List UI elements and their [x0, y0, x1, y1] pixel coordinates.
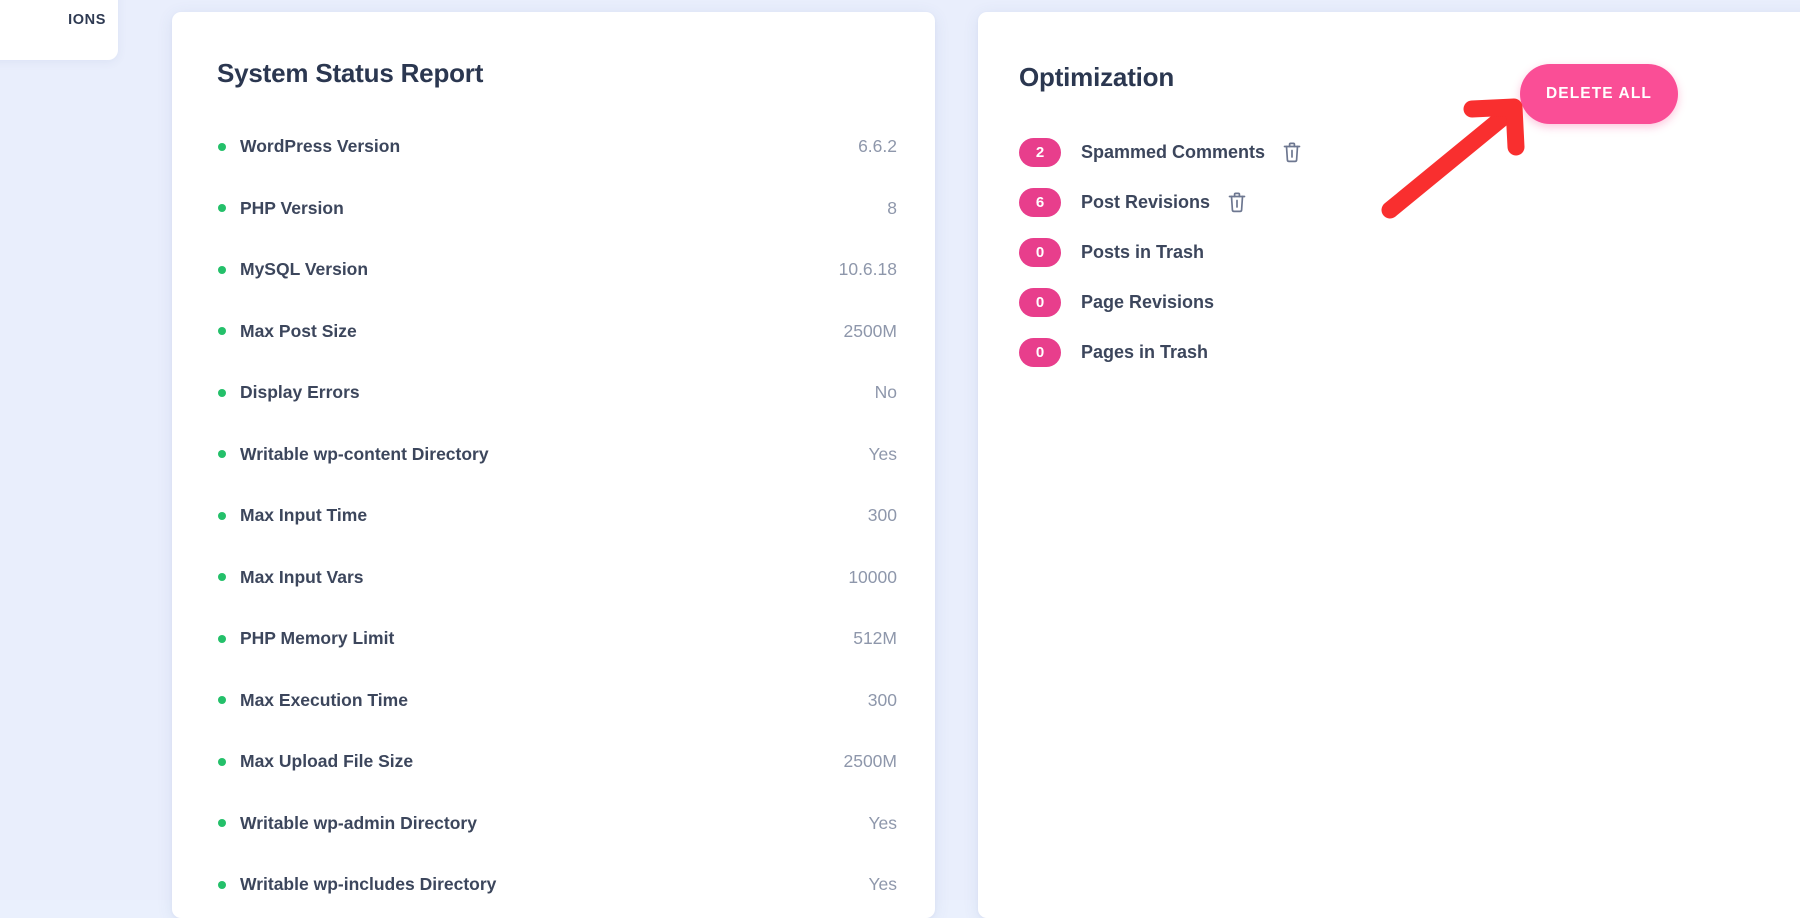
status-ok-dot-icon: [218, 143, 226, 151]
status-row: Display Errors No: [192, 362, 915, 424]
status-row-label: Max Execution Time: [240, 690, 408, 711]
status-row-label: Writable wp-content Directory: [240, 444, 489, 465]
status-row-label: Max Input Vars: [240, 567, 364, 588]
optimization-count-badge: 2: [1019, 138, 1061, 167]
status-ok-dot-icon: [218, 512, 226, 520]
optimization-row-label: Post Revisions: [1081, 192, 1210, 213]
status-row: Writable wp-includes Directory Yes: [192, 854, 915, 916]
status-row-label: Writable wp-includes Directory: [240, 874, 496, 895]
status-row-label: PHP Memory Limit: [240, 628, 394, 649]
trash-icon[interactable]: [1227, 191, 1247, 213]
status-row-label: Max Upload File Size: [240, 751, 413, 772]
status-row-label: WordPress Version: [240, 136, 400, 157]
status-row-value: 2500M: [843, 751, 897, 772]
status-row-value: 2500M: [843, 321, 897, 342]
optimization-card: Optimization DELETE ALL 2 Spammed Comment…: [978, 12, 1800, 918]
status-ok-dot-icon: [218, 758, 226, 766]
status-row-label: Max Input Time: [240, 505, 367, 526]
optimization-count-badge: 0: [1019, 288, 1061, 317]
status-row: PHP Memory Limit 512M: [192, 608, 915, 670]
optimization-row-label: Page Revisions: [1081, 292, 1214, 313]
status-row-value: 300: [868, 505, 897, 526]
status-ok-dot-icon: [218, 819, 226, 827]
status-ok-dot-icon: [218, 204, 226, 212]
status-row-value: 512M: [853, 628, 897, 649]
status-row: Max Input Time 300: [192, 485, 915, 547]
status-ok-dot-icon: [218, 881, 226, 889]
status-ok-dot-icon: [218, 635, 226, 643]
status-card-title: System Status Report: [217, 58, 483, 89]
status-row-value: Yes: [868, 874, 897, 895]
status-row-value: Yes: [868, 813, 897, 834]
trash-icon[interactable]: [1282, 141, 1302, 163]
optimization-count-badge: 6: [1019, 188, 1061, 217]
status-ok-dot-icon: [218, 389, 226, 397]
status-row-value: 6.6.2: [858, 136, 897, 157]
page-root: IONS System Status Report WordPress Vers…: [0, 0, 1800, 900]
optimization-row: 6 Post Revisions: [1019, 177, 1302, 227]
status-row-label: PHP Version: [240, 198, 344, 219]
status-row: Writable wp-admin Directory Yes: [192, 793, 915, 855]
optimization-row: 0 Pages in Trash: [1019, 327, 1302, 377]
status-row: WordPress Version 6.6.2: [192, 116, 915, 178]
status-row-value: 10000: [848, 567, 897, 588]
status-row: Max Upload File Size 2500M: [192, 731, 915, 793]
status-row: MySQL Version 10.6.18: [192, 239, 915, 301]
status-row-value: Yes: [868, 444, 897, 465]
system-status-report-card: System Status Report WordPress Version 6.…: [172, 12, 935, 918]
optimization-row-label: Spammed Comments: [1081, 142, 1265, 163]
status-row-label: MySQL Version: [240, 259, 368, 280]
status-row: Max Execution Time 300: [192, 670, 915, 732]
status-ok-dot-icon: [218, 696, 226, 704]
optimization-card-title: Optimization: [1019, 62, 1174, 93]
status-ok-dot-icon: [218, 266, 226, 274]
status-row-value: 10.6.18: [839, 259, 897, 280]
optimization-count-badge: 0: [1019, 238, 1061, 267]
optimization-count-badge: 0: [1019, 338, 1061, 367]
status-row-label: Display Errors: [240, 382, 360, 403]
status-row-label: Writable wp-admin Directory: [240, 813, 477, 834]
optimization-row-list: 2 Spammed Comments 6 Post Revisions 0 Posts i…: [1019, 127, 1302, 377]
optimization-row: 0 Posts in Trash: [1019, 227, 1302, 277]
status-ok-dot-icon: [218, 327, 226, 335]
corner-panel[interactable]: IONS: [0, 0, 118, 60]
status-row-list: WordPress Version 6.6.2 PHP Version 8 MySQL …: [192, 116, 915, 916]
status-row: PHP Version 8: [192, 178, 915, 240]
status-row: Max Post Size 2500M: [192, 301, 915, 363]
status-row: Max Input Vars 10000: [192, 547, 915, 609]
status-row-label: Max Post Size: [240, 321, 357, 342]
status-row-value: 8: [887, 198, 897, 219]
status-row-value: No: [875, 382, 897, 403]
delete-all-button[interactable]: DELETE ALL: [1520, 64, 1678, 124]
status-row: Writable wp-content Directory Yes: [192, 424, 915, 486]
optimization-row: 2 Spammed Comments: [1019, 127, 1302, 177]
status-ok-dot-icon: [218, 450, 226, 458]
optimization-row-label: Posts in Trash: [1081, 242, 1204, 263]
status-row-value: 300: [868, 690, 897, 711]
status-ok-dot-icon: [218, 573, 226, 581]
optimization-row-label: Pages in Trash: [1081, 342, 1208, 363]
corner-panel-label: IONS: [68, 12, 106, 28]
optimization-row: 0 Page Revisions: [1019, 277, 1302, 327]
